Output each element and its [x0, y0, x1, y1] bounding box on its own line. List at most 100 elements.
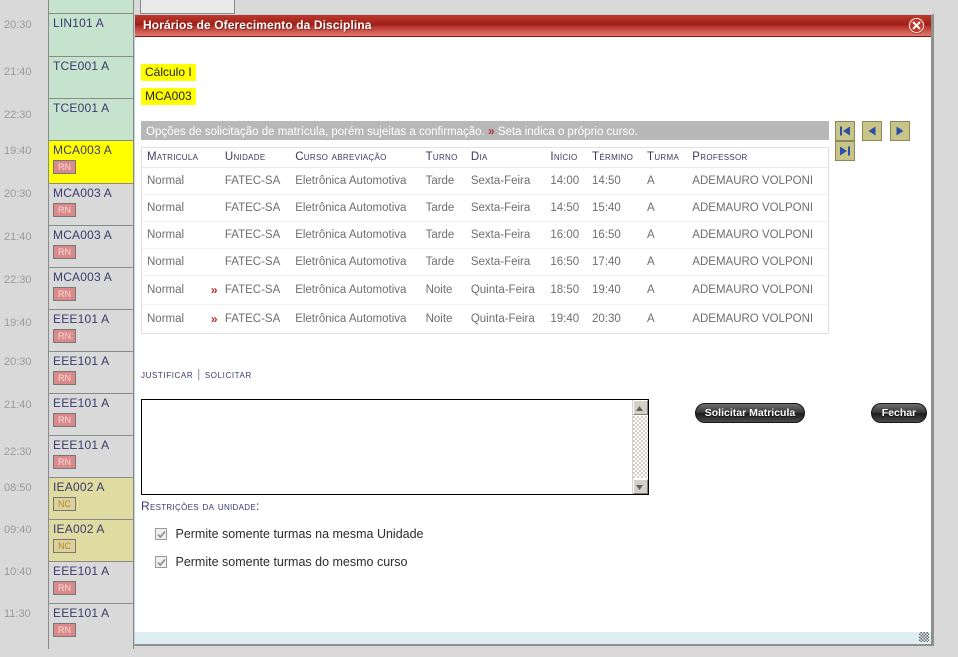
cell-curso: Eletrônica Automotiva — [290, 194, 421, 222]
scroll-up-icon[interactable] — [633, 400, 648, 415]
fechar-button[interactable]: Fechar — [871, 403, 927, 423]
schedule-time-label: 21:40 — [4, 399, 32, 411]
schedule-slot[interactable]: IEA002 A NC — [48, 519, 134, 561]
schedule-slot-code: MCA003 A — [53, 228, 112, 242]
cell-arrow-empty — [207, 248, 220, 276]
cell-curso: Eletrônica Automotiva — [290, 167, 421, 195]
table-row[interactable]: Normal FATEC-SA Eletrônica Automotiva Tarde… — [142, 248, 828, 276]
schedule-slot-code: EEE101 A — [53, 312, 110, 326]
col-curso[interactable]: Curso Abreviação — [290, 148, 421, 168]
schedule-slot[interactable]: EEE101 A RN — [48, 309, 134, 351]
col-arrow — [207, 148, 220, 168]
col-matricula[interactable]: Matricula — [142, 148, 208, 168]
schedule-time-column: 20:30 21:40 22:30 19:40 20:30 21:40 22:30 19:40… — [0, 0, 47, 657]
col-unidade[interactable]: Unidade — [219, 148, 291, 168]
next-page-button[interactable] — [889, 121, 910, 141]
schedule-slot-badge: RN — [53, 623, 76, 637]
cell-termino: 15:40 — [587, 194, 643, 222]
table-row[interactable]: Normal FATEC-SA Eletrônica Automotiva Tarde… — [142, 221, 828, 249]
col-termino[interactable]: Término — [587, 148, 643, 168]
info-strip: Opções de solicitação de matrícula, poré… — [141, 121, 829, 140]
schedule-slot[interactable]: EEE101 A RN — [48, 603, 134, 649]
schedule-slot-badge: RN — [53, 413, 76, 427]
scroll-down-icon[interactable] — [633, 479, 648, 494]
cell-matricula: Normal — [142, 248, 208, 276]
schedule-time-label: 09:40 — [4, 524, 32, 536]
course-code: MCA003 — [141, 88, 196, 105]
info-text-after: Seta indica o próprio curso. — [497, 126, 638, 138]
schedule-time-label: 19:40 — [4, 145, 32, 157]
col-inicio[interactable]: Início — [545, 148, 588, 168]
restriction-item-same-unit[interactable]: Permite somente turmas na mesma Unidade — [155, 527, 424, 541]
cell-turno: Tarde — [420, 194, 466, 222]
schedule-slot-code: MCA003 A — [53, 186, 112, 200]
cell-curso: Eletrônica Automotiva — [295, 313, 407, 325]
cell-dia: Sexta-Feira — [465, 221, 546, 249]
cell-inicio: 16:00 — [545, 221, 588, 249]
table-row[interactable]: Normal» FATEC-SA Eletrônica Automotiva Noit… — [142, 275, 828, 305]
cell-termino: 17:40 — [587, 248, 643, 276]
checkbox-checked-icon[interactable] — [155, 528, 167, 540]
table-row[interactable]: Normal» FATEC-SA Eletrônica Automotiva Noit… — [142, 305, 828, 334]
solicitar-link[interactable]: SOLICITAR — [205, 369, 252, 381]
schedule-slot-badge: NC — [53, 539, 76, 553]
col-professor[interactable]: Professor — [687, 148, 828, 168]
schedule-slot[interactable]: TCE001 A — [48, 98, 134, 140]
schedule-time-label: 22:30 — [4, 274, 32, 286]
solicitar-matricula-button[interactable]: Solicitar Matricula — [695, 403, 805, 423]
dialog-body: Cálculo I MCA003 Opções de solicitação d… — [135, 37, 931, 644]
schedule-slot[interactable]: MCA003 A RN — [48, 140, 134, 183]
cell-inicio: 14:50 — [545, 194, 588, 222]
col-dia[interactable]: Dia — [465, 148, 546, 168]
cell-dia: Sexta-Feira — [465, 248, 546, 276]
cell-professor: ADEMAURO VOLPONI — [687, 275, 828, 305]
cell-professor: ADEMAURO VOLPONI — [687, 248, 828, 276]
schedule-slot-badge: RN — [53, 203, 76, 217]
scrollbar-track[interactable] — [633, 416, 648, 478]
restriction-item-same-course[interactable]: Permite somente turmas do mesmo curso — [155, 555, 408, 569]
checkbox-checked-icon[interactable] — [155, 556, 167, 568]
schedule-slot[interactable]: LIN101 A — [48, 13, 134, 56]
previous-page-button[interactable] — [862, 121, 883, 141]
justification-textarea[interactable] — [142, 400, 632, 494]
justificar-link[interactable]: JUSTIFICAR — [141, 369, 193, 381]
textarea-scrollbar[interactable] — [632, 400, 648, 494]
screen-root: 20:30 21:40 22:30 19:40 20:30 21:40 22:30 19:40… — [0, 0, 958, 657]
schedule-slot[interactable]: MCA003 A RN — [48, 267, 134, 309]
pagination-controls — [835, 121, 931, 161]
cell-turno: Tarde — [420, 167, 466, 195]
schedule-slot[interactable]: EEE101 A RN — [48, 435, 134, 477]
resize-handle[interactable] — [919, 632, 929, 642]
cell-inicio: 16:50 — [545, 248, 588, 276]
schedule-slot[interactable]: TCE001 A — [48, 56, 134, 98]
last-page-button[interactable] — [835, 141, 855, 161]
cell-unidade: FATEC-SA — [219, 248, 291, 276]
schedule-slot[interactable]: MCA003 A RN — [48, 225, 134, 267]
dialog-titlebar: Horários de Oferecimento da Disciplina — [135, 15, 931, 37]
cell-curso: Eletrônica Automotiva — [290, 248, 421, 276]
links-separator: | — [197, 369, 201, 381]
col-turno[interactable]: Turno — [420, 148, 466, 168]
col-turma[interactable]: Turma — [642, 148, 688, 168]
schedule-time-label: 21:40 — [4, 231, 32, 243]
schedule-slot[interactable]: IEA002 A NC — [48, 477, 134, 519]
restriction-label: Permite somente turmas na mesma Unidade — [175, 527, 424, 541]
table-body: Normal FATEC-SA Eletrônica Automotiva Tarde… — [142, 167, 828, 334]
table-row[interactable]: Normal FATEC-SA Eletrônica Automotiva Tarde… — [142, 194, 828, 222]
own-course-arrow-icon: » — [210, 312, 218, 326]
schedule-slot[interactable]: EEE101 A RN — [48, 351, 134, 393]
schedule-slot[interactable]: EEE101 A RN — [48, 561, 134, 603]
course-name: Cálculo I — [141, 64, 196, 81]
schedule-slot-badge: RN — [53, 329, 76, 343]
cell-inicio: 19:40 — [550, 313, 580, 325]
cell-professor: ADEMAURO VOLPONI — [687, 167, 828, 195]
close-icon[interactable] — [908, 17, 925, 34]
table-row[interactable]: Normal FATEC-SA Eletrônica Automotiva Tarde… — [142, 167, 828, 195]
schedule-slot[interactable]: EEE101 A RN — [48, 393, 134, 435]
first-page-button[interactable] — [835, 121, 855, 141]
dialog-footer-strip — [135, 632, 931, 644]
schedule-slot[interactable]: MCA003 A RN — [48, 183, 134, 225]
cell-unidade: FATEC-SA — [224, 313, 281, 325]
cell-turma: A — [642, 194, 688, 222]
schedule-slot-badge: RN — [53, 581, 76, 595]
